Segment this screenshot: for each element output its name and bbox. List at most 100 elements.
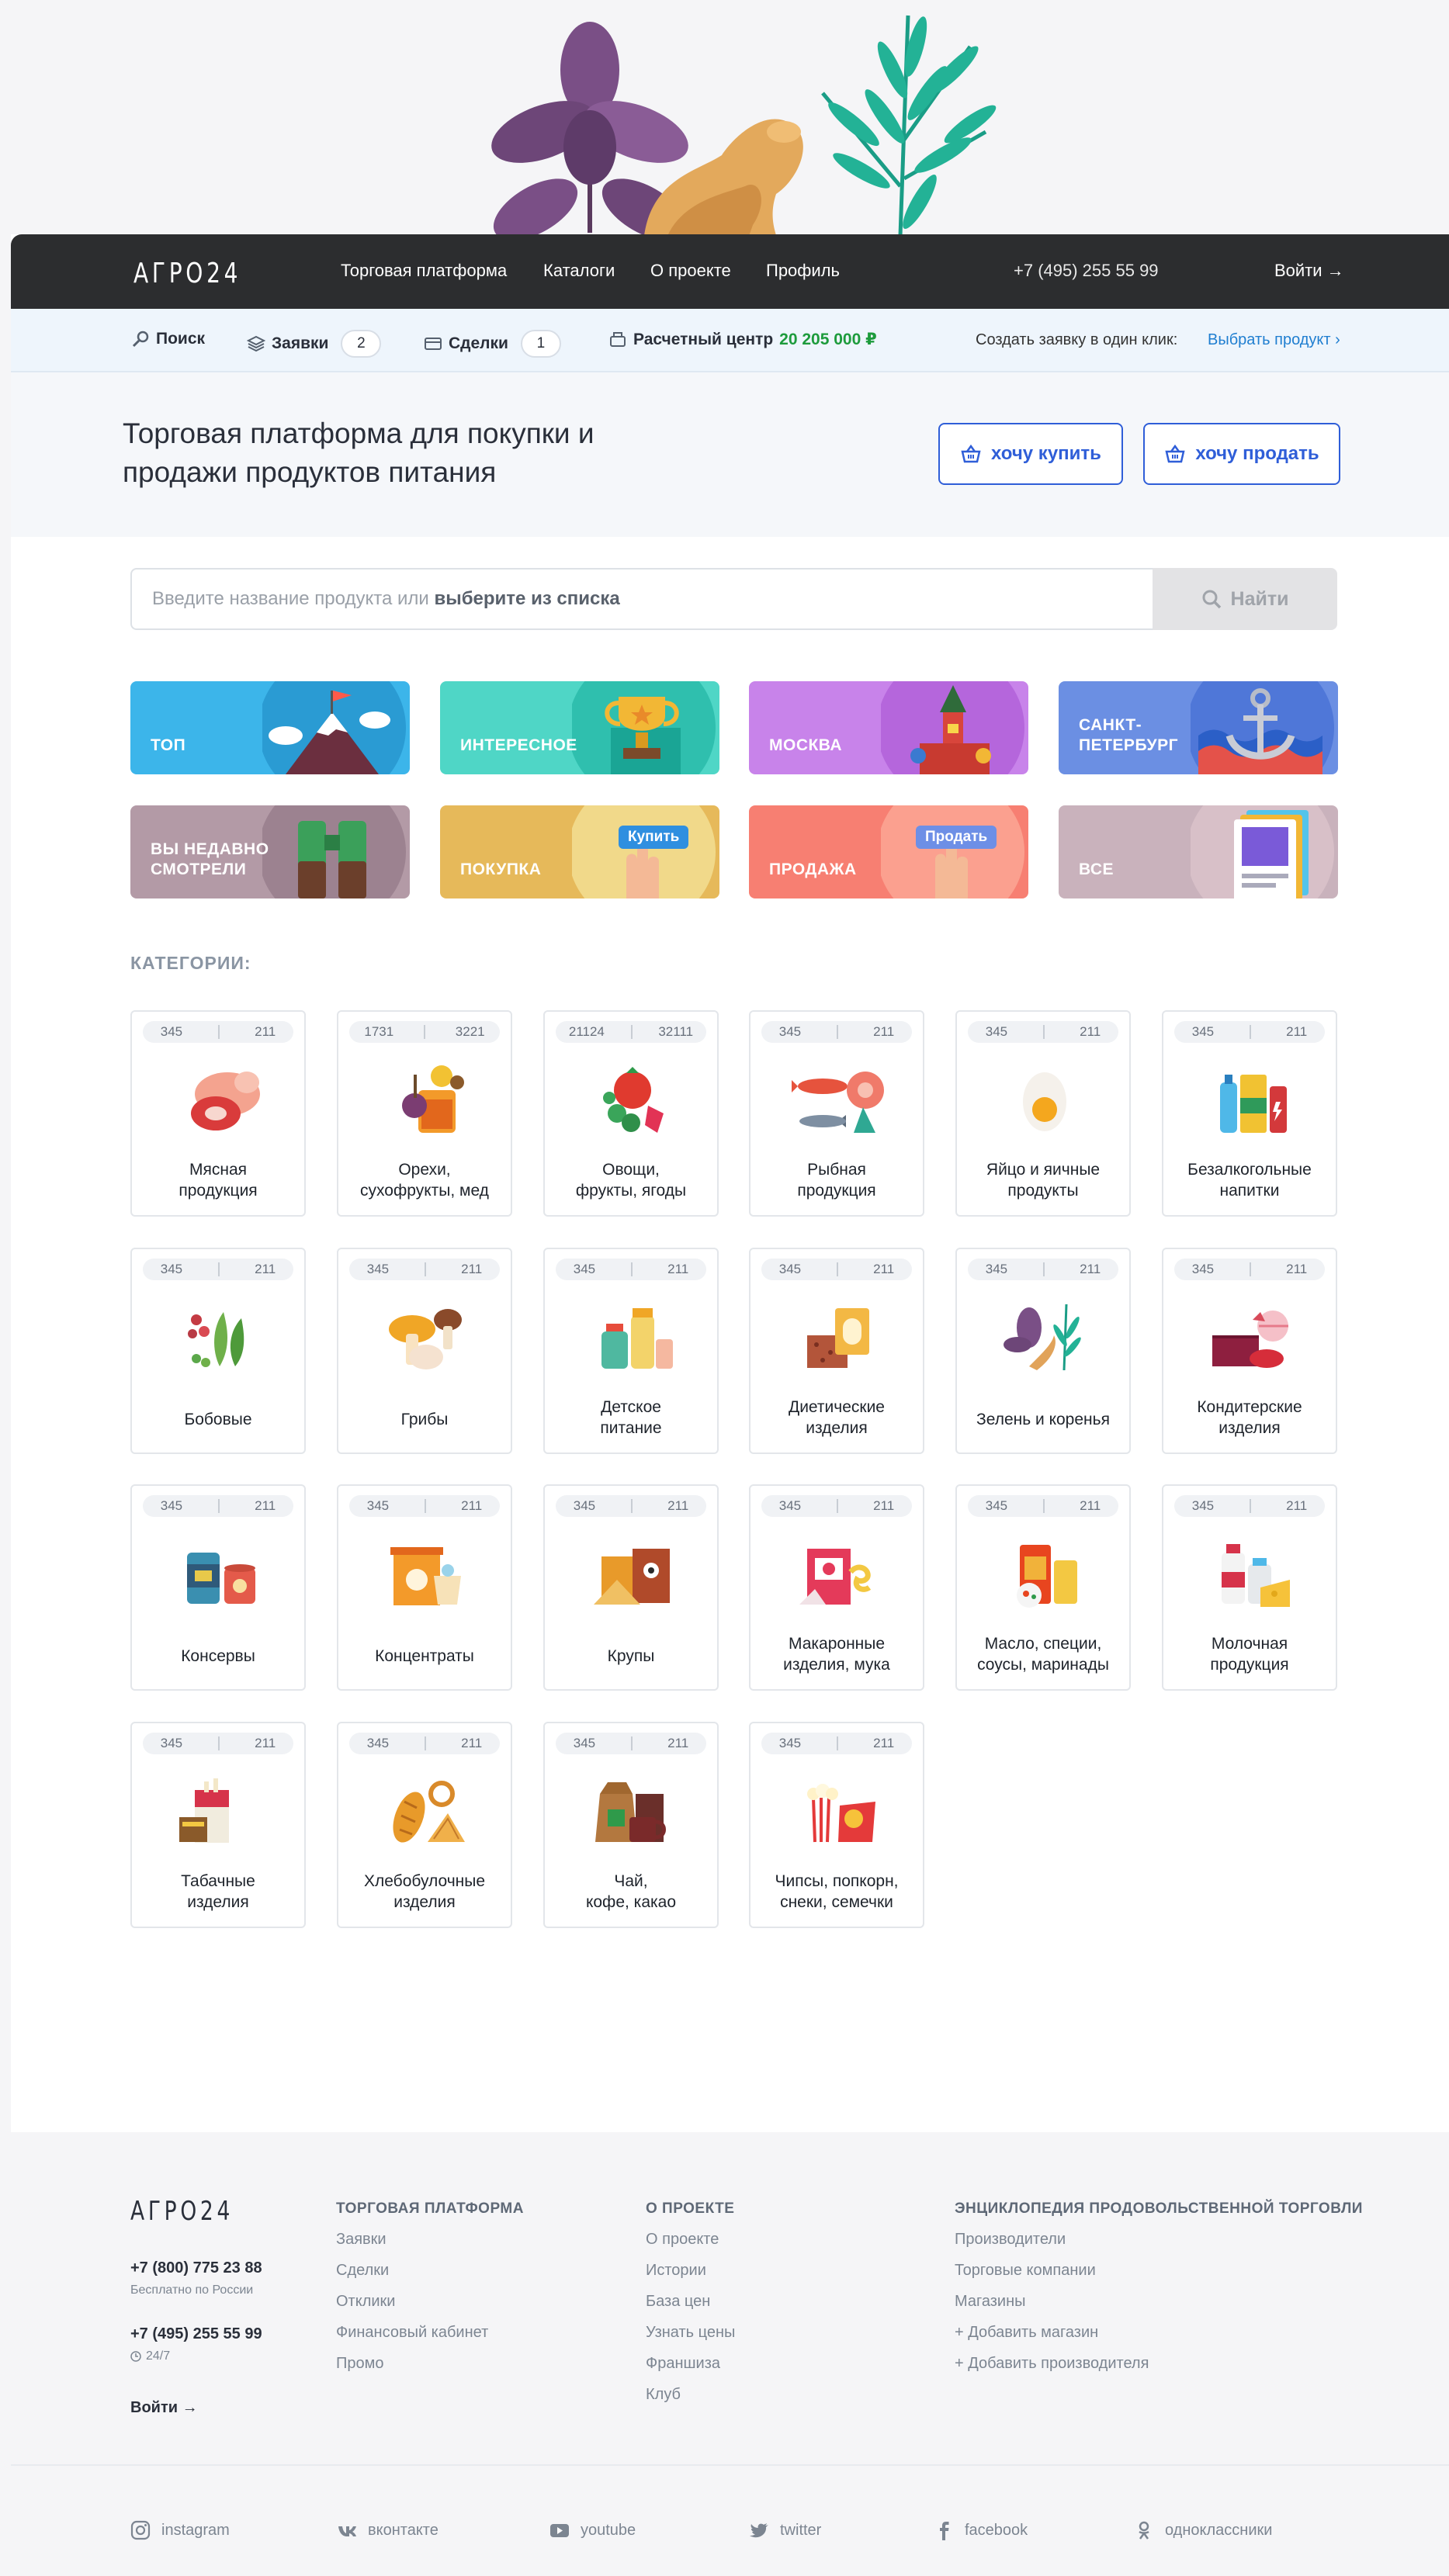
quick-tile[interactable]: Продать ПРОДАЖА <box>749 805 1028 898</box>
footer-link[interactable]: Франшиза <box>646 2355 720 2373</box>
settlement-amount: 20 205 000 ₽ <box>779 331 877 348</box>
category-card[interactable]: 345 211 Концентраты <box>337 1484 512 1691</box>
category-card[interactable]: 345 211 Диетические изделия <box>749 1248 924 1454</box>
counts-divider <box>1249 1025 1251 1039</box>
footer-link[interactable]: Клуб <box>646 2386 681 2404</box>
quick-tile[interactable]: ИНТЕРЕСНОЕ <box>440 681 719 774</box>
category-counts: 345 211 <box>556 1733 706 1754</box>
category-count-a: 21124 <box>568 1024 605 1039</box>
nav-profile[interactable]: Профиль <box>766 261 840 281</box>
category-card[interactable]: 345 211 Крупы <box>543 1484 719 1691</box>
footer-link[interactable]: О проекте <box>646 2231 719 2249</box>
footer-phone-moscow[interactable]: +7 (495) 255 55 99 <box>130 2325 262 2343</box>
login-link[interactable]: Войти → <box>1274 261 1344 281</box>
wallet-icon <box>425 338 442 350</box>
social-label: instagram <box>161 2521 230 2539</box>
footer-link[interactable]: Промо <box>336 2355 384 2373</box>
category-count-a: 345 <box>985 1262 1008 1276</box>
choose-from-list-link[interactable]: выберите из списка <box>434 588 619 609</box>
category-count-a: 345 <box>985 1024 1008 1039</box>
footer-phone-free[interactable]: +7 (800) 775 23 88 <box>130 2259 262 2277</box>
category-card[interactable]: 345 211 Бобовые <box>130 1248 306 1454</box>
footer-link[interactable]: Финансовый кабинет <box>336 2324 488 2342</box>
requests-link[interactable]: Заявки 2 <box>247 330 382 358</box>
counts-divider <box>630 1025 633 1039</box>
category-count-b: 211 <box>667 1262 689 1276</box>
category-card[interactable]: 345 211 Консервы <box>130 1484 306 1691</box>
footer-link[interactable]: Сделки <box>336 2262 389 2280</box>
category-card[interactable]: 345 211 Зелень и коренья <box>955 1248 1131 1454</box>
quick-tile[interactable]: САНКТ- ПЕТЕРБУРГ <box>1059 681 1338 774</box>
category-card[interactable]: 345 211 Чипсы, попкорн, снеки, семечки <box>749 1722 924 1928</box>
deals-count-badge: 1 <box>520 330 561 358</box>
category-card[interactable]: 345 211 Детское питание <box>543 1248 719 1454</box>
quick-tile[interactable]: ВСЕ <box>1059 805 1338 898</box>
social-link[interactable]: youtube <box>549 2520 636 2540</box>
counts-divider <box>1249 1262 1251 1276</box>
deals-link[interactable]: Сделки 1 <box>424 330 561 358</box>
odnoklassniki-icon <box>1139 2521 1149 2540</box>
category-card[interactable]: 345 211 Грибы <box>337 1248 512 1454</box>
category-count-a: 345 <box>985 1498 1008 1513</box>
footer-link[interactable]: Истории <box>646 2262 706 2280</box>
footer-login-link[interactable]: Войти → <box>130 2399 198 2417</box>
footer-link[interactable]: Магазины <box>955 2293 1026 2311</box>
site-logo[interactable]: АГРО24 <box>133 258 241 289</box>
header-phone[interactable]: +7 (495) 255 55 99 <box>1014 261 1159 281</box>
footer-link[interactable]: Отклики <box>336 2293 395 2311</box>
category-card[interactable]: 345 211 Масло, специи, соусы, маринады <box>955 1484 1131 1691</box>
footer-link[interactable]: База цен <box>646 2293 710 2311</box>
category-count-a: 345 <box>1191 1262 1215 1276</box>
choose-product-link[interactable]: Выбрать продукт › <box>1208 331 1340 349</box>
vk-icon <box>338 2526 356 2536</box>
category-card[interactable]: 345 211 Хлебобулочные изделия <box>337 1722 512 1928</box>
quick-tile[interactable]: ТОП <box>130 681 410 774</box>
footer-logo[interactable]: АГРО24 <box>130 2196 234 2227</box>
footer-link[interactable]: Производители <box>955 2231 1066 2249</box>
nav-trading-platform[interactable]: Торговая платформа <box>341 261 507 281</box>
quick-tile[interactable]: Купить ПОКУПКА <box>440 805 719 898</box>
category-card[interactable]: 345 211 Макаронные изделия, мука <box>749 1484 924 1691</box>
social-link[interactable]: вконтакте <box>337 2520 439 2540</box>
category-card[interactable]: 345 211 Мясная продукция <box>130 1010 306 1217</box>
category-card[interactable]: 345 211 Молочная продукция <box>1162 1484 1337 1691</box>
category-title: Масло, специи, соусы, маринады <box>977 1635 1109 1674</box>
social-link[interactable]: twitter <box>749 2520 821 2540</box>
footer-link[interactable]: Торговые компании <box>955 2262 1096 2280</box>
want-sell-button[interactable]: хочу продать <box>1143 423 1340 485</box>
quick-tile[interactable]: ВЫ НЕДАВНО СМОТРЕЛИ <box>130 805 410 898</box>
category-title: Консервы <box>181 1647 255 1665</box>
find-button[interactable]: Найти <box>1153 568 1337 630</box>
social-link[interactable]: одноклассники <box>1134 2520 1272 2540</box>
category-count-a: 345 <box>778 1262 802 1276</box>
tile-label: ИНТЕРЕСНОЕ <box>460 736 577 754</box>
category-card[interactable]: 345 211 Кондитерские изделия <box>1162 1248 1337 1454</box>
nav-about[interactable]: О проекте <box>650 261 731 281</box>
user-subbar: Поиск Заявки 2 Сделки 1 Расчетный центр … <box>11 309 1449 372</box>
search-link[interactable]: Поиск <box>131 330 205 348</box>
settlement-center-link[interactable]: Расчетный центр 20 205 000 ₽ <box>608 330 877 349</box>
category-card[interactable]: 345 211 Безалкогольные напитки <box>1162 1010 1337 1217</box>
counts-divider <box>424 1499 426 1513</box>
category-title: Овощи, фрукты, ягоды <box>575 1161 687 1200</box>
footer-link[interactable]: Узнать цены <box>646 2324 735 2342</box>
category-card[interactable]: 345 211 Табачные изделия <box>130 1722 306 1928</box>
footer-link[interactable]: + Добавить производителя <box>955 2355 1149 2373</box>
footer-link[interactable]: + Добавить магазин <box>955 2324 1098 2342</box>
tile-badge: Купить <box>619 826 689 849</box>
quick-tile[interactable]: МОСКВА <box>749 681 1028 774</box>
footer-link[interactable]: Заявки <box>336 2231 387 2249</box>
oneclick-text: Создать заявку в один клик: <box>976 331 1178 348</box>
want-buy-button[interactable]: хочу купить <box>938 423 1123 485</box>
category-card[interactable]: 345 211 Яйцо и яичные продукты <box>955 1010 1131 1217</box>
category-card[interactable]: 345 211 Чай, кофе, какао <box>543 1722 719 1928</box>
fish-icon <box>792 1072 884 1133</box>
category-card[interactable]: 21124 32111 Овощи, фрукты, ягоды <box>543 1010 719 1217</box>
product-search-input[interactable]: Введите название продукта или выберите и… <box>130 568 1153 630</box>
social-link[interactable]: instagram <box>130 2520 230 2540</box>
dairy-icon <box>1222 1544 1290 1607</box>
category-card[interactable]: 1731 3221 Орехи, сухофрукты, мед <box>337 1010 512 1217</box>
social-link[interactable]: facebook <box>934 2520 1028 2540</box>
nav-catalogs[interactable]: Каталоги <box>543 261 615 281</box>
category-card[interactable]: 345 211 Рыбная продукция <box>749 1010 924 1217</box>
